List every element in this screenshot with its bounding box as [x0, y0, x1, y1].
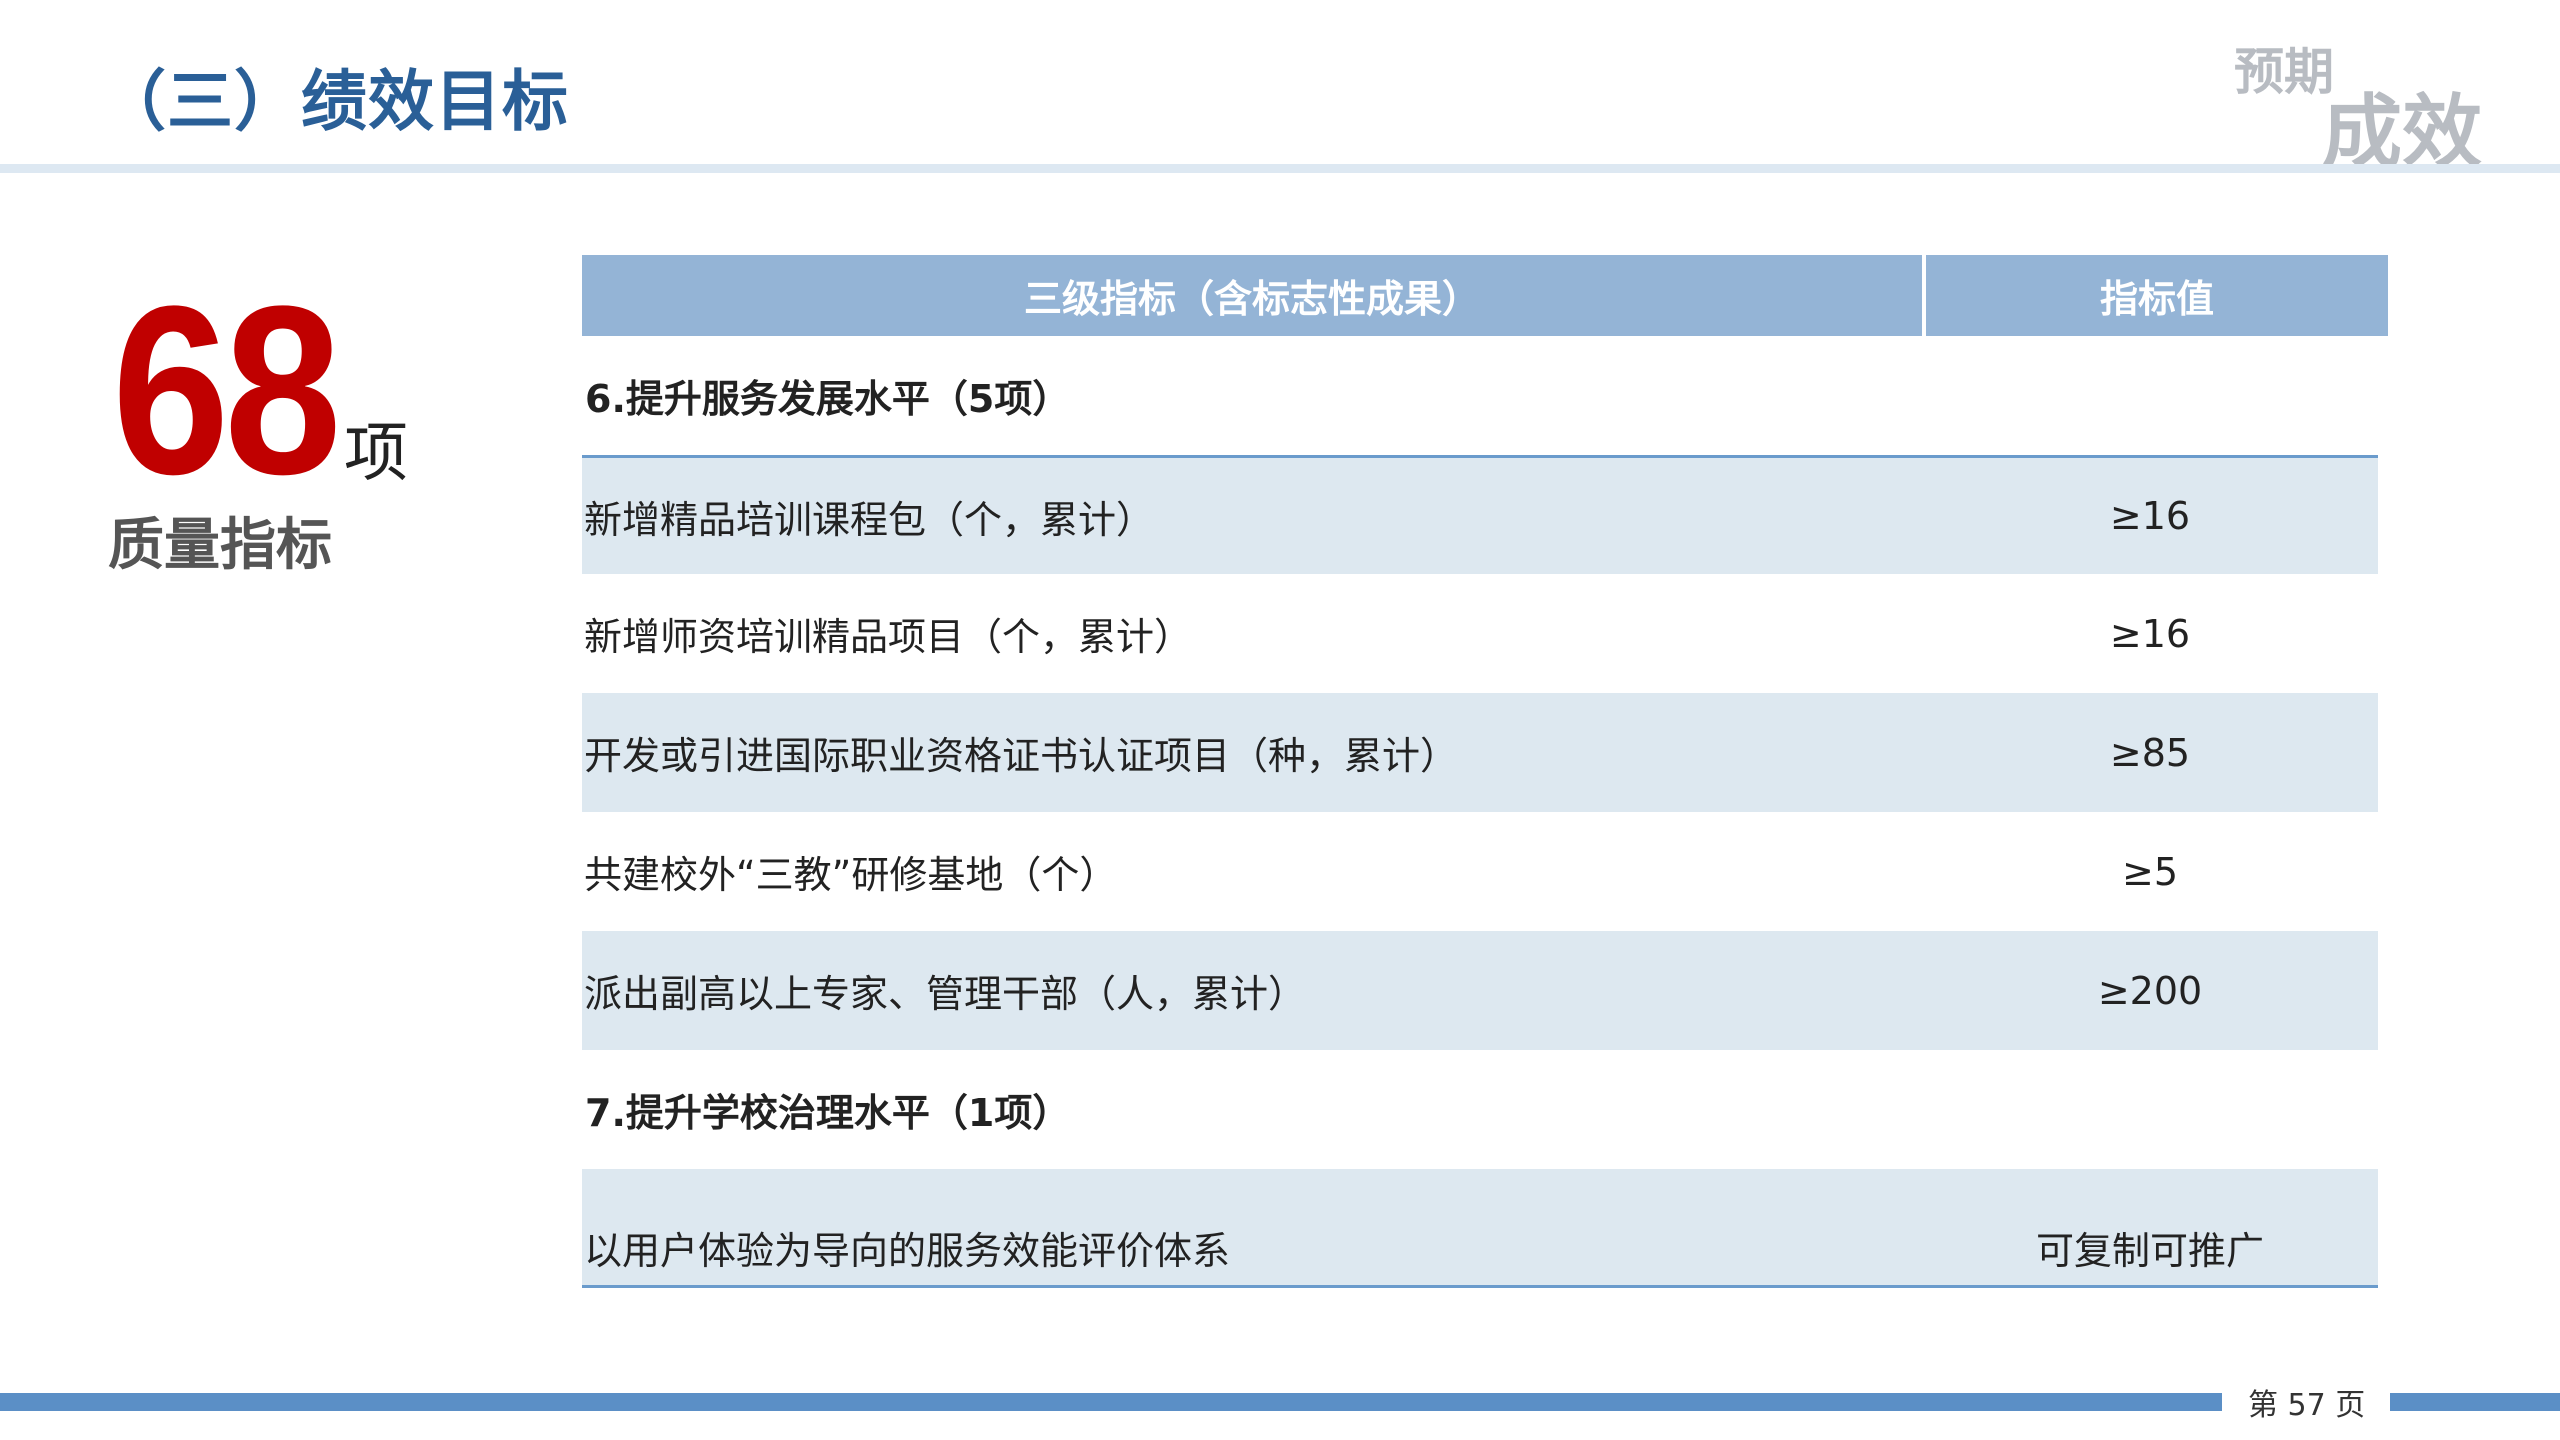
table-row: 开发或引进国际职业资格证书认证项目（种，累计） ≥85: [582, 693, 2378, 812]
indicator-value: ≥200: [2097, 968, 2203, 1013]
stat-unit: 项: [344, 417, 408, 491]
section-row: 7.提升学校治理水平（1项）: [582, 1050, 2378, 1169]
indicator-value: ≥5: [2121, 849, 2179, 894]
page-title: （三）绩效目标: [100, 63, 569, 140]
indicator-value: ≥85: [2109, 730, 2191, 775]
header-value: 指标值: [1926, 255, 2388, 336]
table-row: 以用户体验为导向的服务效能评价体系 可复制可推广: [582, 1169, 2378, 1288]
stat-label: 质量指标: [108, 513, 332, 578]
indicator-value: 可复制可推广: [2035, 1229, 2264, 1273]
header-indicator: 三级指标（含标志性成果）: [582, 255, 1922, 336]
section-row: 6.提升服务发展水平（5项）: [582, 336, 2378, 455]
stat-number: 68: [112, 256, 342, 524]
table-row: 共建校外“三教”研修基地（个） ≥5: [582, 812, 2378, 931]
table-row: 新增师资培训精品项目（个，累计） ≥16: [582, 574, 2378, 693]
stat-block: 68 项 质量指标: [108, 256, 442, 580]
indicator-value: ≥16: [2109, 611, 2191, 656]
page-number: 第 57 页: [2248, 1388, 2366, 1423]
footer-bar-end: [2390, 1393, 2560, 1411]
indicator-value: ≥16: [2109, 494, 2191, 538]
section-title: 6.提升服务发展水平（5项）: [585, 377, 1071, 421]
section-title: 7.提升学校治理水平（1项）: [585, 1091, 1071, 1135]
footer-bar: [0, 1393, 2222, 1411]
indicator-table: 三级指标（含标志性成果） 指标值 6.提升服务发展水平（5项） 新增精品培训课程…: [582, 255, 2388, 1288]
indicator-name: 共建校外“三教”研修基地（个）: [584, 853, 1118, 897]
indicator-name: 新增精品培训课程包（个，累计）: [584, 497, 1155, 542]
table-header: 三级指标（含标志性成果） 指标值: [582, 255, 2388, 336]
corner-watermark: 预期 成效: [2234, 32, 2494, 179]
indicator-name: 派出副高以上专家、管理干部（人，累计）: [584, 972, 1307, 1016]
header-divider: [0, 164, 2560, 173]
table-row: 派出副高以上专家、管理干部（人，累计） ≥200: [582, 931, 2378, 1050]
indicator-name: 新增师资培训精品项目（个，累计）: [584, 615, 1193, 659]
corner-small-text: 预期: [2234, 43, 2334, 101]
indicator-name: 开发或引进国际职业资格证书认证项目（种，累计）: [584, 734, 1459, 778]
table-row: 新增精品培训课程包（个，累计） ≥16: [582, 455, 2378, 574]
table-body: 6.提升服务发展水平（5项） 新增精品培训课程包（个，累计） ≥16 新增师资培…: [582, 336, 2378, 1288]
indicator-name: 以用户体验为导向的服务效能评价体系: [584, 1229, 1231, 1273]
